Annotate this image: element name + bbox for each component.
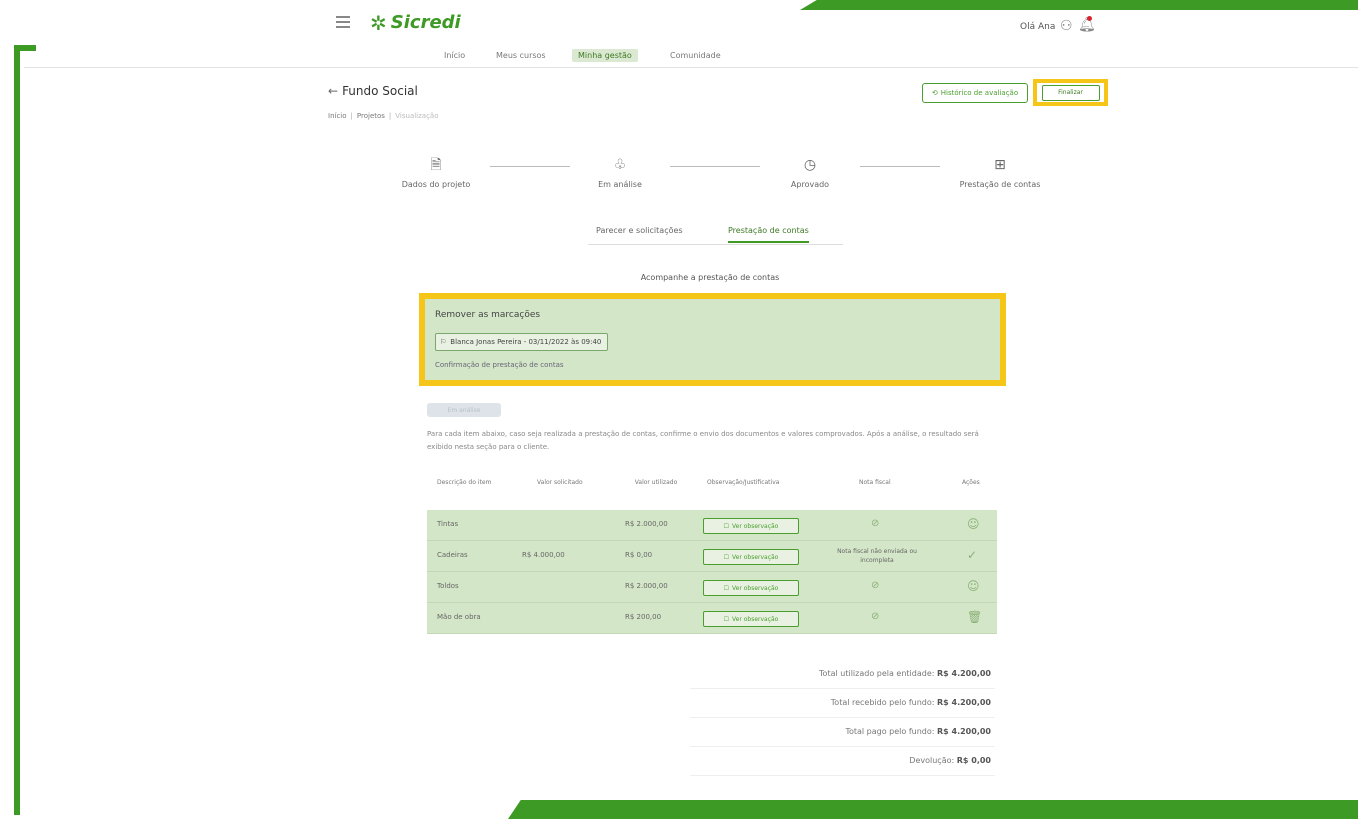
step-connector <box>860 166 940 167</box>
logo[interactable]: ✲ Sicredi <box>370 12 461 33</box>
invoice-status: ⊘ <box>871 611 880 622</box>
main-nav: Início Meus cursos Minha gestão Comunida… <box>24 45 1358 68</box>
total-row: Devolução: R$ 0,00 <box>690 747 995 776</box>
back-arrow-icon[interactable]: ← <box>328 84 338 98</box>
step-connector <box>490 166 570 167</box>
step-dados: 🗎︎ Dados do projeto <box>376 156 496 189</box>
invoice-status: ⊘ <box>871 518 880 529</box>
nav-item-meus-cursos[interactable]: Meus cursos <box>490 49 552 62</box>
column-header: Descrição do item <box>437 479 492 486</box>
step-aprovado: ◷ Aprovado <box>750 156 870 189</box>
notification-dot <box>1087 16 1092 21</box>
chat-icon: ☐ <box>723 615 730 623</box>
history-button[interactable]: ⟲ Histórico de avaliação <box>922 83 1028 103</box>
approve-icon[interactable]: ☺ <box>967 517 980 531</box>
view-observation-button[interactable]: ☐ Ver observação <box>703 580 799 596</box>
table-header: Descrição do item Valor solicitado Valor… <box>427 472 997 510</box>
logo-text: Sicredi <box>390 12 461 33</box>
table-row: Cadeiras R$ 4.000,00 R$ 0,00 ☐ Ver observ… <box>427 541 997 572</box>
column-header: Nota fiscal <box>859 479 891 486</box>
step-connector <box>670 166 760 167</box>
breadcrumb-item[interactable]: Projetos <box>357 112 385 120</box>
progress-stepper: 🗎︎ Dados do projeto ♧ Em análise ◷ Aprov… <box>380 156 1041 202</box>
trash-icon[interactable]: 🗑︎ <box>967 610 982 624</box>
approve-icon[interactable]: ☺ <box>967 579 980 593</box>
column-header: Valor utilizado <box>634 479 678 486</box>
view-observation-button[interactable]: ☐ Ver observação <box>703 549 799 565</box>
reminder-note: Confirmação de prestação de contas <box>435 361 564 369</box>
left-accent-bar <box>14 45 20 815</box>
page-title-text: Fundo Social <box>342 84 418 98</box>
step-prestacao: ⊞ Prestação de contas <box>940 156 1060 189</box>
marker-chip[interactable]: ⚐ Blanca Jonas Pereira - 03/11/2022 às 09… <box>435 333 609 351</box>
user-greeting[interactable]: Olá Ana <box>1020 22 1055 32</box>
step-em-analise: ♧ Em análise <box>560 156 680 189</box>
sicredi-logo-icon: ✲ <box>370 10 387 35</box>
page-title: ← Fundo Social <box>328 84 418 98</box>
chat-icon: ☐ <box>723 553 730 561</box>
box-icon: ⊞ <box>994 157 1006 173</box>
tab-prestacao-contas[interactable]: Prestação de contas <box>728 226 809 243</box>
table-row: Toldos R$ 2.000,00 ☐ Ver observação ⊘ ☺ <box>427 572 997 603</box>
column-header: Observação/Justificativa <box>707 479 780 486</box>
totals-section: Total utilizado pela entidade: R$ 4.200,… <box>690 660 995 776</box>
table-row: Tintas R$ 2.000,00 ☐ Ver observação ⊘ ☺ <box>427 510 997 541</box>
total-row: Total recebido pelo fundo: R$ 4.200,00 <box>690 689 995 718</box>
tree-icon: ♧ <box>613 157 627 173</box>
menu-icon[interactable] <box>336 16 350 28</box>
invoice-status: ⊘ <box>871 580 880 591</box>
total-row: Total pago pelo fundo: R$ 4.200,00 <box>690 718 995 747</box>
column-header: Valor solicitado <box>537 479 583 486</box>
nav-item-comunidade[interactable]: Comunidade <box>664 49 727 62</box>
table-row: Mão de obra R$ 200,00 ☐ Ver observação ⊘ … <box>427 603 997 634</box>
breadcrumb-item[interactable]: Início <box>328 112 347 120</box>
flag-icon: ⚐ <box>440 338 447 346</box>
clock-icon: ◷ <box>803 157 817 173</box>
view-observation-button[interactable]: ☐ Ver observação <box>703 518 799 534</box>
section-title: Acompanhe a prestação de contas <box>640 273 780 282</box>
check-icon[interactable]: ✓ <box>967 548 977 562</box>
status-badge: Em análise <box>427 403 501 417</box>
chat-icon: ☐ <box>723 522 730 530</box>
finalize-highlight: Finalizar <box>1033 79 1108 106</box>
finalize-button[interactable]: Finalizar <box>1041 84 1100 101</box>
nav-item-minha-gestao[interactable]: Minha gestão <box>572 49 638 62</box>
description-text: Para cada item abaixo, caso seja realiza… <box>427 430 979 451</box>
reminder-title: Remover as marcações <box>435 310 541 320</box>
view-observation-button[interactable]: ☐ Ver observação <box>703 611 799 627</box>
tab-parecer[interactable]: Parecer e solicitações <box>596 226 683 235</box>
total-row: Total utilizado pela entidade: R$ 4.200,… <box>690 660 995 689</box>
column-header: Ações <box>962 479 980 486</box>
user-icon[interactable]: ⚇ <box>1060 18 1073 34</box>
breadcrumb-item: Visualização <box>395 112 439 120</box>
breadcrumb: Início | Projetos | Visualização <box>328 112 439 120</box>
bottom-accent-bar <box>508 800 1358 819</box>
reminder-panel: Remover as marcações ⚐ Blanca Jonas Perei… <box>419 293 1006 386</box>
document-icon: 🗎︎ <box>430 157 442 173</box>
nav-item-inicio[interactable]: Início <box>438 49 471 62</box>
content-tabs: Parecer e solicitações Prestação de cont… <box>588 222 843 245</box>
history-icon: ⟲ <box>931 89 938 97</box>
expenses-table: Descrição do item Valor solicitado Valor… <box>427 472 997 634</box>
chat-icon: ☐ <box>723 584 730 592</box>
app-header: ✲ Sicredi Olá Ana ⚇ 🔔︎ <box>0 0 1358 44</box>
invoice-status: Nota fiscal não enviada ou incompleta <box>837 548 917 564</box>
